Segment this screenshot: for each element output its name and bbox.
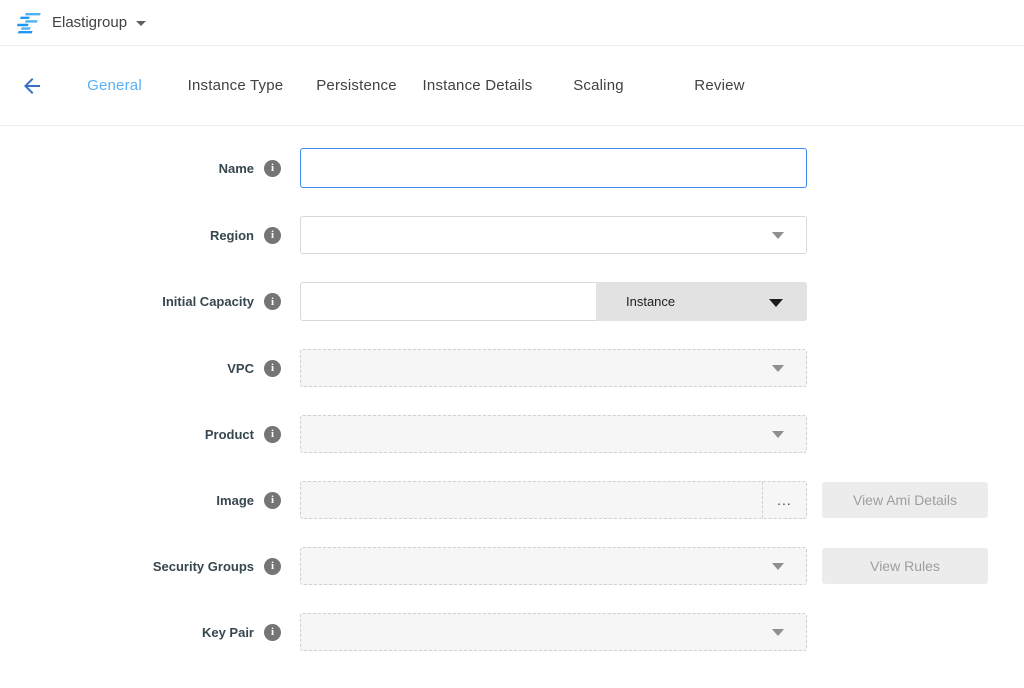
key-pair-row: Key Pair i: [0, 613, 1024, 651]
view-rules-button: View Rules: [822, 548, 988, 584]
info-icon[interactable]: i: [264, 624, 281, 641]
caret-down-icon: [772, 431, 784, 438]
initial-capacity-label: Initial Capacity: [162, 294, 254, 309]
tab-general[interactable]: General: [54, 77, 175, 94]
info-icon[interactable]: i: [264, 160, 281, 177]
info-icon[interactable]: i: [264, 293, 281, 310]
tab-instance-details[interactable]: Instance Details: [417, 77, 538, 94]
tab-review[interactable]: Review: [659, 77, 780, 94]
initial-capacity-row: Initial Capacity i Instance: [0, 282, 1024, 321]
product-label: Product: [205, 427, 254, 442]
info-icon[interactable]: i: [264, 360, 281, 377]
name-row: Name i: [0, 148, 1024, 188]
image-label: Image: [216, 493, 254, 508]
info-icon[interactable]: i: [264, 227, 281, 244]
image-browse-button: ...: [762, 482, 806, 518]
vpc-select: [300, 349, 807, 387]
app-header: Elastigroup: [0, 0, 1024, 46]
caret-down-icon: [772, 365, 784, 372]
caret-down-icon: [772, 563, 784, 570]
general-form: Name i Region i Initial Capacity i Insta…: [0, 126, 1024, 651]
name-label: Name: [219, 161, 254, 176]
image-value: [301, 482, 762, 518]
capacity-unit-select[interactable]: Instance: [596, 282, 807, 321]
back-button[interactable]: [19, 73, 45, 99]
region-row: Region i: [0, 216, 1024, 254]
image-input: ...: [300, 481, 807, 519]
vpc-label: VPC: [227, 361, 254, 376]
info-icon[interactable]: i: [264, 492, 281, 509]
caret-down-icon: [772, 232, 784, 239]
key-pair-label: Key Pair: [202, 625, 254, 640]
vpc-row: VPC i: [0, 349, 1024, 387]
product-row: Product i: [0, 415, 1024, 453]
wizard-tabbar: General Instance Type Persistence Instan…: [0, 46, 1024, 126]
elastigroup-logo-icon: [14, 12, 41, 34]
key-pair-select: [300, 613, 807, 651]
caret-down-icon: [769, 299, 783, 307]
tab-scaling[interactable]: Scaling: [538, 77, 659, 94]
caret-down-icon: [772, 629, 784, 636]
info-icon[interactable]: i: [264, 426, 281, 443]
initial-capacity-input[interactable]: [300, 282, 596, 321]
caret-down-icon: [136, 21, 146, 26]
region-select[interactable]: [300, 216, 807, 254]
name-input[interactable]: [300, 148, 807, 188]
app-title: Elastigroup: [52, 14, 127, 31]
view-ami-details-button: View Ami Details: [822, 482, 988, 518]
security-groups-label: Security Groups: [153, 559, 254, 574]
product-switcher[interactable]: Elastigroup: [14, 12, 146, 34]
product-select: [300, 415, 807, 453]
tab-instance-type[interactable]: Instance Type: [175, 77, 296, 94]
info-icon[interactable]: i: [264, 558, 281, 575]
security-groups-select: [300, 547, 807, 585]
tab-persistence[interactable]: Persistence: [296, 77, 417, 94]
arrow-left-icon: [20, 74, 44, 98]
security-groups-row: Security Groups i View Rules: [0, 547, 1024, 585]
wizard-tabs: General Instance Type Persistence Instan…: [54, 77, 780, 94]
capacity-unit-value: Instance: [626, 294, 675, 309]
image-row: Image i ... View Ami Details: [0, 481, 1024, 519]
region-label: Region: [210, 228, 254, 243]
